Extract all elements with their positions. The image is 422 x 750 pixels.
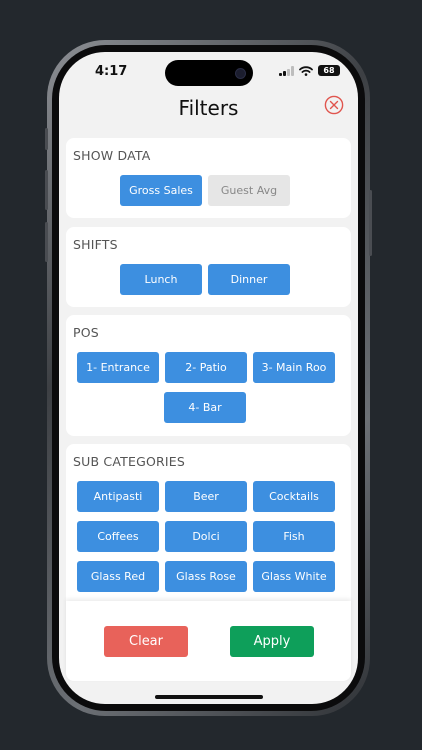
action-bar: Clear Apply — [66, 601, 351, 681]
phone-side-button — [45, 128, 48, 150]
status-indicators: 68 — [279, 65, 340, 76]
section-label: SHOW DATA — [73, 148, 151, 163]
antipasti-button[interactable]: Antipasti — [77, 481, 159, 512]
sub-categories-section: SUB CATEGORIES Antipasti Beer Cocktails … — [66, 444, 351, 614]
phone-power-button — [369, 190, 372, 256]
camera-icon — [235, 68, 246, 79]
coffees-button[interactable]: Coffees — [77, 521, 159, 552]
status-time: 4:17 — [95, 64, 128, 79]
pos-bar-button[interactable]: 4- Bar — [164, 392, 246, 423]
pos-section: POS 1- Entrance 2- Patio 3- Main Roo 4- … — [66, 315, 351, 436]
fish-button[interactable]: Fish — [253, 521, 335, 552]
cocktails-button[interactable]: Cocktails — [253, 481, 335, 512]
show-data-section: SHOW DATA Gross Sales Guest Avg — [66, 138, 351, 218]
wifi-icon — [299, 65, 313, 76]
battery-icon: 68 — [318, 65, 340, 76]
glass-white-button[interactable]: Glass White — [253, 561, 335, 592]
glass-red-button[interactable]: Glass Red — [77, 561, 159, 592]
glass-rose-button[interactable]: Glass Rose — [165, 561, 247, 592]
screen: 4:17 68 Filters SHOW DATA Gross Sales Gu… — [59, 52, 358, 704]
beer-button[interactable]: Beer — [165, 481, 247, 512]
dinner-button[interactable]: Dinner — [208, 264, 290, 295]
close-icon[interactable] — [324, 95, 344, 115]
pos-main-room-button[interactable]: 3- Main Roo — [253, 352, 335, 383]
clear-button[interactable]: Clear — [104, 626, 188, 657]
dolci-button[interactable]: Dolci — [165, 521, 247, 552]
phone-volume-up — [45, 170, 48, 210]
section-label: SUB CATEGORIES — [73, 454, 186, 469]
section-label: POS — [73, 325, 99, 340]
guest-avg-button[interactable]: Guest Avg — [208, 175, 290, 206]
phone-volume-down — [45, 222, 48, 262]
gross-sales-button[interactable]: Gross Sales — [120, 175, 202, 206]
apply-button[interactable]: Apply — [230, 626, 314, 657]
shifts-section: SHIFTS Lunch Dinner — [66, 227, 351, 307]
lunch-button[interactable]: Lunch — [120, 264, 202, 295]
pos-patio-button[interactable]: 2- Patio — [165, 352, 247, 383]
cellular-signal-icon — [279, 65, 294, 76]
home-indicator[interactable] — [155, 695, 263, 699]
section-label: SHIFTS — [73, 237, 118, 252]
pos-entrance-button[interactable]: 1- Entrance — [77, 352, 159, 383]
page-title: Filters — [178, 96, 239, 120]
